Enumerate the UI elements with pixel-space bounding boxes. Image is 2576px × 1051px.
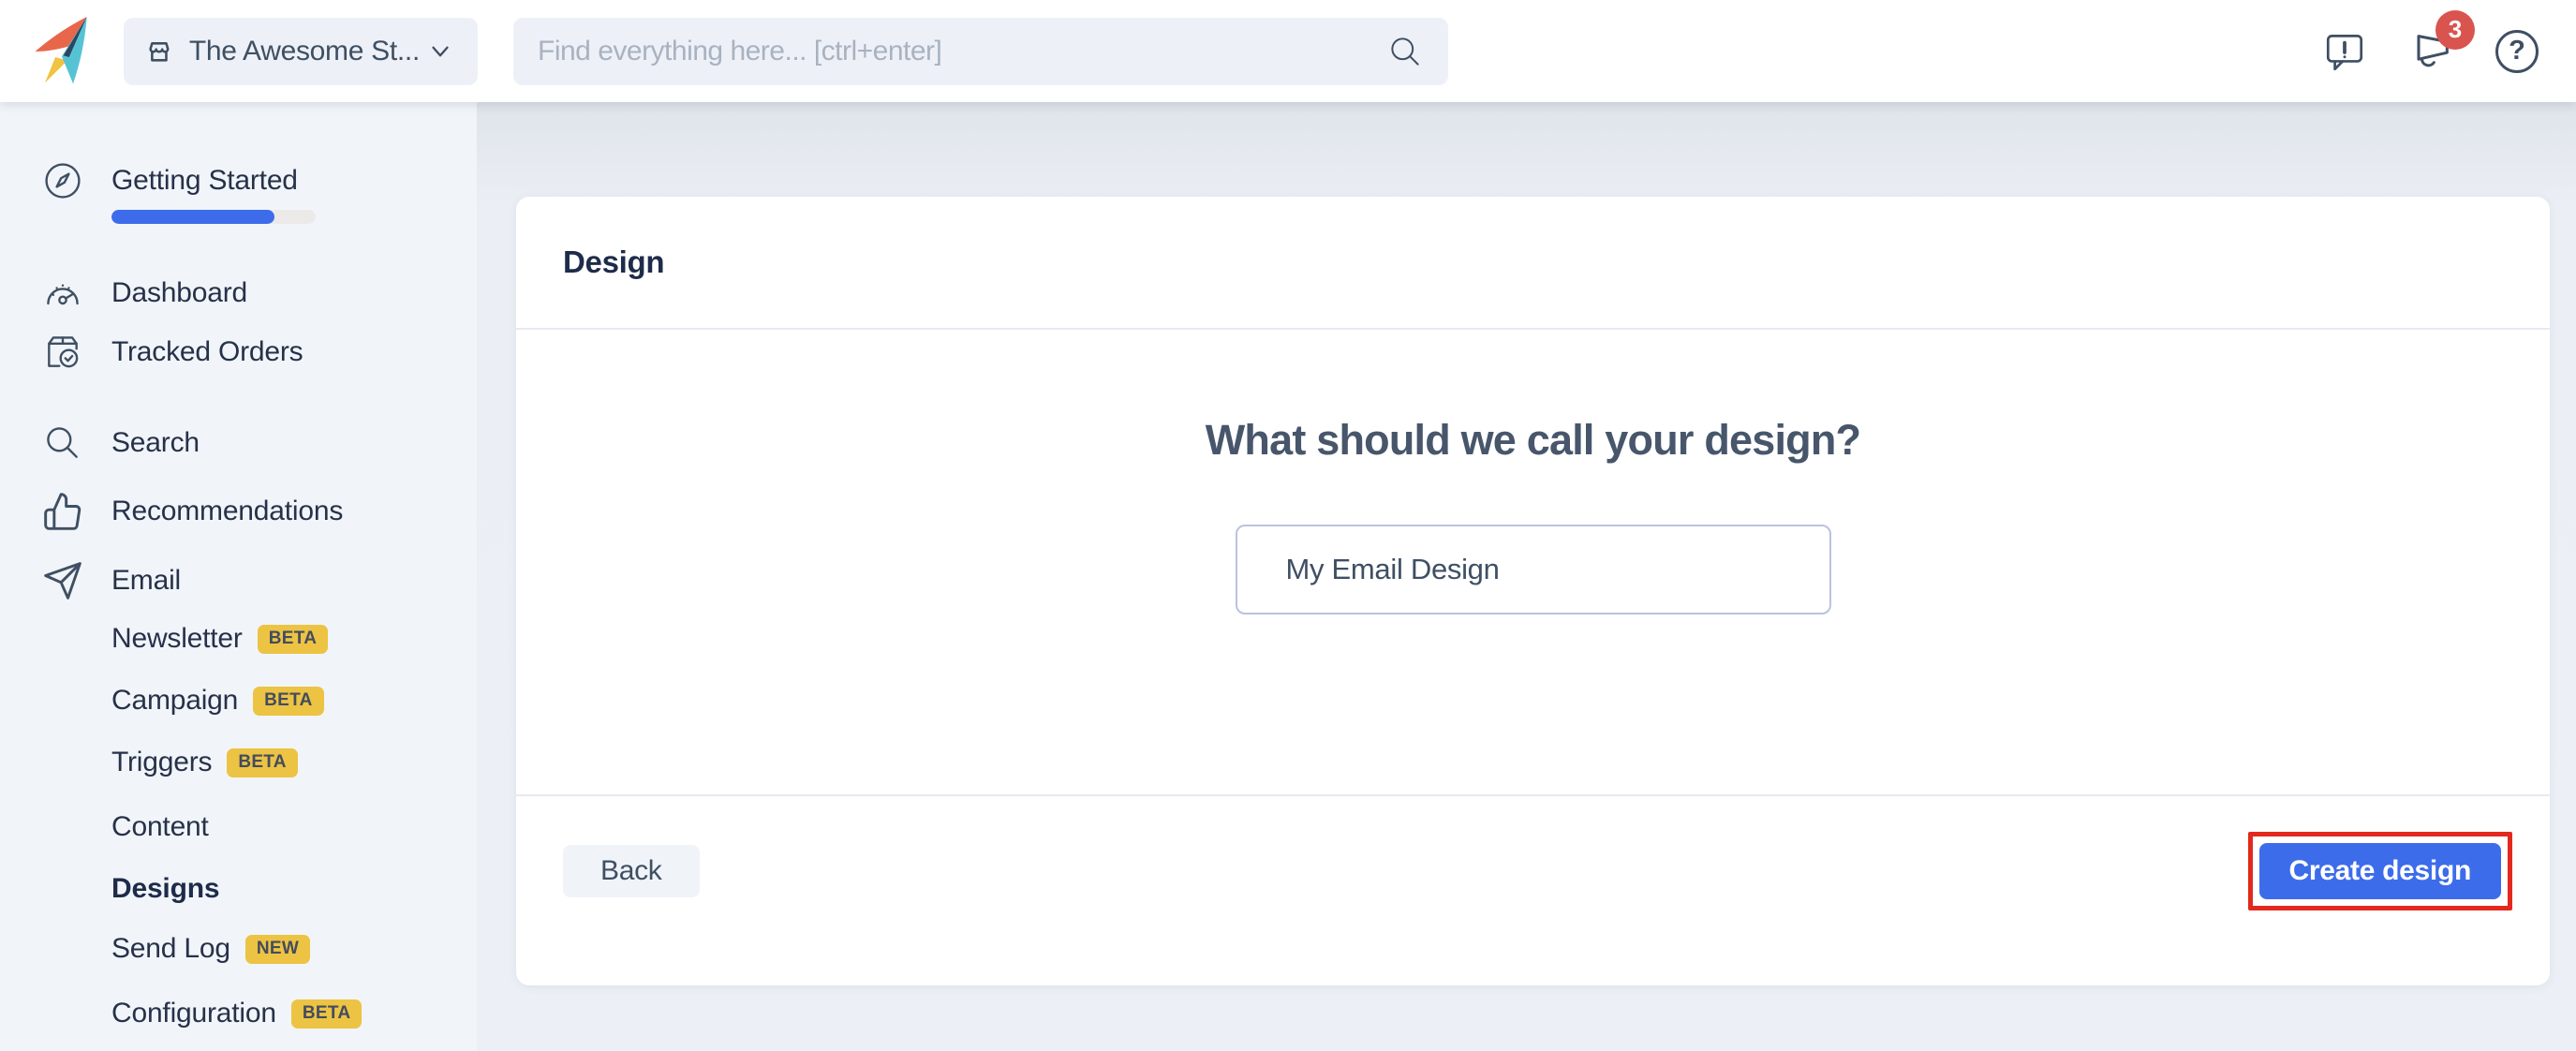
paper-plane-logo-icon: [27, 11, 108, 92]
compass-icon: [42, 160, 83, 201]
getting-started-progress: [111, 210, 316, 224]
sidebar-item-search[interactable]: Search: [0, 416, 477, 470]
paper-plane-icon: [42, 560, 83, 601]
announcements-button[interactable]: 3: [2406, 25, 2458, 78]
sidebar-item-campaign[interactable]: Campaign BETA: [0, 674, 477, 728]
search-icon[interactable]: [1386, 33, 1424, 70]
help-button[interactable]: ?: [2495, 30, 2539, 73]
feedback-button[interactable]: [2321, 28, 2368, 75]
topbar-actions: 3 ?: [2321, 25, 2539, 78]
search-icon: [42, 422, 83, 464]
create-design-button[interactable]: Create design: [2259, 843, 2502, 899]
beta-badge: BETA: [253, 687, 324, 716]
help-icon: ?: [2495, 30, 2539, 73]
sidebar-item-recommendations[interactable]: Recommendations: [0, 484, 477, 539]
dashboard-gauge-icon: [42, 273, 83, 314]
top-bar: The Awesome St... 3: [0, 0, 2576, 102]
sidebar-item-designs[interactable]: Designs: [0, 862, 477, 916]
global-search: [513, 18, 1448, 85]
beta-badge: BETA: [227, 748, 298, 777]
design-card: Design What should we call your design? …: [516, 197, 2550, 985]
sidebar-nav: Getting Started Dashboard: [0, 102, 477, 1051]
storefront-icon: [146, 33, 172, 70]
new-badge: NEW: [245, 935, 310, 964]
sidebar-item-email[interactable]: Email: [0, 554, 477, 608]
sidebar-item-dashboard[interactable]: Dashboard: [0, 266, 477, 320]
sidebar-item-tracked-orders[interactable]: Tracked Orders: [0, 325, 477, 379]
design-name-question: What should we call your design?: [1206, 416, 1860, 465]
store-selector[interactable]: The Awesome St...: [124, 18, 478, 85]
announcements-count-badge: 3: [2435, 10, 2475, 50]
brand-logo[interactable]: [24, 8, 111, 95]
card-body: What should we call your design?: [516, 330, 2550, 794]
back-button[interactable]: Back: [563, 845, 700, 897]
progress-fill: [111, 210, 274, 224]
sidebar-item-subscribers[interactable]: Subscribers NEW: [0, 1047, 477, 1051]
sidebar-item-getting-started[interactable]: Getting Started: [0, 154, 477, 208]
card-header: Design: [516, 197, 2550, 330]
beta-badge: BETA: [258, 625, 329, 654]
store-selector-label: The Awesome St...: [189, 36, 420, 67]
sidebar-item-send-log[interactable]: Send Log NEW: [0, 922, 477, 976]
chevron-down-icon: [425, 37, 455, 67]
highlight-annotation: Create design: [2248, 832, 2513, 910]
main-content: Design What should we call your design? …: [477, 102, 2576, 1051]
design-name-input[interactable]: [1236, 525, 1831, 614]
sidebar-item-newsletter[interactable]: Newsletter BETA: [0, 612, 477, 666]
thumbs-up-icon: [42, 491, 83, 532]
beta-badge: BETA: [291, 999, 363, 1029]
search-input[interactable]: [538, 36, 1386, 67]
sidebar-item-triggers[interactable]: Triggers BETA: [0, 735, 477, 790]
card-footer: Back Create design: [516, 794, 2550, 985]
feedback-bubble-icon: [2321, 28, 2368, 75]
tracked-orders-box-icon: [42, 332, 83, 373]
page-title: Design: [563, 244, 664, 280]
sidebar-item-configuration[interactable]: Configuration BETA: [0, 986, 477, 1041]
sidebar-item-content[interactable]: Content: [0, 800, 477, 854]
